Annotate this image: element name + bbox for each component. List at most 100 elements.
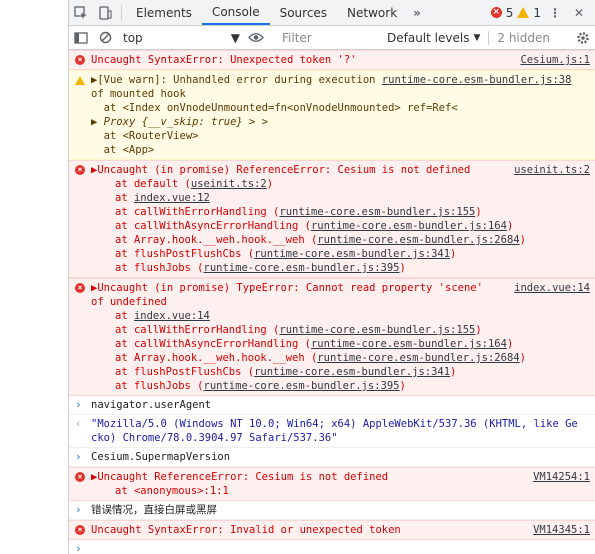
warning-line: at <App> — [91, 144, 155, 156]
input-command: navigator.userAgent — [91, 399, 212, 411]
stack-frame: at flushPostFlushCbs (runtime-core.esm-b… — [115, 248, 457, 260]
warning-line: at <Index onVnodeUnmounted=fn<onVnodeUnm… — [91, 102, 458, 114]
warning-line-tail: > > — [242, 116, 269, 128]
stack-frame: at Array.hook.__weh.hook.__weh (runtime-… — [115, 234, 526, 246]
error-count: 5 — [505, 5, 514, 20]
error-icon: × — [75, 283, 85, 293]
stack-frame: at index.vue:12 — [115, 192, 210, 204]
expand-arrow[interactable]: ▶ — [91, 116, 104, 128]
error-icon: × — [75, 165, 85, 175]
source-link[interactable]: runtime-core.esm-bundler.js:38 — [382, 74, 572, 86]
console-input: › navigator.userAgent — [69, 396, 595, 415]
input-command: Cesium.SupermapVersion — [91, 451, 231, 463]
clear-console-icon[interactable] — [93, 31, 117, 44]
console-messages: × Cesium.js:1 Uncaught SyntaxError: Unex… — [69, 50, 595, 554]
warning-icon — [75, 75, 85, 85]
chevron-down-icon: ▼ — [473, 32, 481, 43]
source-link[interactable]: VM14254:1 — [533, 470, 590, 484]
console-input: › 错误情况，直接白屏或黑屏 — [69, 501, 595, 520]
divider — [121, 5, 122, 20]
devtools-panel: Elements Console Sources Network » × 5 1… — [68, 0, 595, 554]
device-toolbar-icon[interactable] — [93, 0, 117, 25]
proxy-object[interactable]: Proxy {__v_skip: true} — [104, 116, 243, 128]
stack-link[interactable]: runtime-core.esm-bundler.js:2684 — [317, 234, 519, 246]
stack-frame: at flushJobs (runtime-core.esm-bundler.j… — [115, 380, 406, 392]
stack-link[interactable]: useinit.ts:2 — [191, 178, 267, 190]
chevron-down-icon: ▼ — [230, 30, 240, 45]
warning-line: at <RouterView> — [91, 130, 199, 142]
input-chevron-icon: › — [75, 450, 82, 463]
context-value: top — [123, 30, 143, 45]
stack-link[interactable]: runtime-core.esm-bundler.js:164 — [311, 338, 507, 350]
page-left-area — [0, 0, 68, 554]
tab-console[interactable]: Console — [201, 0, 270, 25]
source-link[interactable]: useinit.ts:2 — [514, 163, 590, 177]
input-chevron-icon: › — [75, 503, 82, 516]
error-count-icon: × — [490, 7, 502, 18]
stack-frame: at <anonymous>:1:1 — [115, 485, 229, 497]
warning-message: ▶[Vue warn]: Unhandled error during exec… — [91, 74, 382, 86]
stack-link[interactable]: runtime-core.esm-bundler.js:341 — [254, 366, 450, 378]
live-expression-eye-icon[interactable] — [244, 32, 268, 43]
close-icon[interactable]: ✕ — [569, 6, 589, 20]
sidebar-toggle-icon[interactable] — [69, 31, 93, 44]
context-selector[interactable]: top ▼ — [119, 29, 244, 47]
console-error[interactable]: × VM14254:1 ▶Uncaught ReferenceError: Ce… — [69, 467, 595, 501]
stack-link[interactable]: runtime-core.esm-bundler.js:155 — [279, 206, 475, 218]
error-icon: × — [75, 472, 85, 482]
stack-link[interactable]: runtime-core.esm-bundler.js:2684 — [317, 352, 519, 364]
stack-frame: at callWithAsyncErrorHandling (runtime-c… — [115, 220, 514, 232]
devtools-tabbar: Elements Console Sources Network » × 5 1… — [69, 0, 595, 26]
console-prompt[interactable]: › — [69, 540, 595, 554]
filter-input[interactable]: Filter — [276, 28, 381, 48]
console-settings-gear-icon[interactable] — [571, 31, 595, 45]
console-toolbar: top ▼ Filter Default levels ▼ 2 hidden — [69, 26, 595, 50]
output-string: cko) Chrome/78.0.3904.97 Safari/537.36" — [91, 432, 338, 444]
stack-frame: at callWithAsyncErrorHandling (runtime-c… — [115, 338, 514, 350]
error-icon: × — [75, 55, 85, 65]
warning-line: of mounted hook — [91, 88, 186, 100]
console-error[interactable]: × useinit.ts:2 ▶Uncaught (in promise) Re… — [69, 160, 595, 278]
hidden-count: 2 hidden — [488, 30, 550, 45]
stack-link[interactable]: index.vue:12 — [134, 192, 210, 204]
console-error: × VM14345:1 Uncaught SyntaxError: Invali… — [69, 520, 595, 540]
settings-menu-icon[interactable]: ⋮ — [545, 6, 565, 20]
inspect-element-icon[interactable] — [69, 0, 93, 25]
stack-frame: at flushJobs (runtime-core.esm-bundler.j… — [115, 262, 406, 274]
stack-link[interactable]: runtime-core.esm-bundler.js:341 — [254, 248, 450, 260]
error-message-cont: of undefined — [91, 296, 167, 308]
console-error: × Cesium.js:1 Uncaught SyntaxError: Unex… — [69, 50, 595, 70]
stack-frame: at callWithErrorHandling (runtime-core.e… — [115, 206, 482, 218]
tab-sources[interactable]: Sources — [270, 0, 337, 25]
console-output: ‹ "Mozilla/5.0 (Windows NT 10.0; Win64; … — [69, 415, 595, 448]
error-message: ▶Uncaught ReferenceError: Cesium is not … — [91, 471, 389, 483]
tab-network[interactable]: Network — [337, 0, 407, 25]
error-message: Uncaught SyntaxError: Unexpected token '… — [91, 54, 357, 66]
error-icon: × — [75, 525, 85, 535]
source-link[interactable]: VM14345:1 — [533, 523, 590, 537]
warning-count: 1 — [533, 5, 541, 20]
more-tabs-button[interactable]: » — [407, 0, 427, 25]
source-link[interactable]: Cesium.js:1 — [520, 53, 590, 67]
warning-count-icon — [517, 7, 530, 18]
stack-frame: at flushPostFlushCbs (runtime-core.esm-b… — [115, 366, 457, 378]
stack-link[interactable]: runtime-core.esm-bundler.js:155 — [279, 324, 475, 336]
stack-link[interactable]: runtime-core.esm-bundler.js:395 — [204, 262, 400, 274]
console-input: › Cesium.SupermapVersion — [69, 448, 595, 467]
log-levels-label: Default levels — [387, 30, 470, 45]
issue-counters[interactable]: × 5 1 ⋮ ✕ — [490, 0, 595, 25]
console-warning[interactable]: ▶[Vue warn]: Unhandled error during exec… — [69, 70, 595, 160]
log-levels-dropdown[interactable]: Default levels ▼ — [387, 31, 480, 45]
stack-link[interactable]: index.vue:14 — [134, 310, 210, 322]
stack-link[interactable]: runtime-core.esm-bundler.js:395 — [204, 380, 400, 392]
output-string: "Mozilla/5.0 (Windows NT 10.0; Win64; x6… — [91, 418, 578, 430]
source-link[interactable]: index.vue:14 — [514, 281, 590, 295]
stack-link[interactable]: runtime-core.esm-bundler.js:164 — [311, 220, 507, 232]
console-error[interactable]: × index.vue:14 ▶Uncaught (in promise) Ty… — [69, 278, 595, 396]
prompt-chevron-icon: › — [75, 542, 82, 554]
input-chevron-icon: › — [75, 398, 82, 411]
stack-frame: at index.vue:14 — [115, 310, 210, 322]
tab-elements[interactable]: Elements — [126, 0, 202, 25]
error-message: Uncaught SyntaxError: Invalid or unexpec… — [91, 524, 401, 536]
input-command: 错误情况，直接白屏或黑屏 — [91, 504, 217, 516]
